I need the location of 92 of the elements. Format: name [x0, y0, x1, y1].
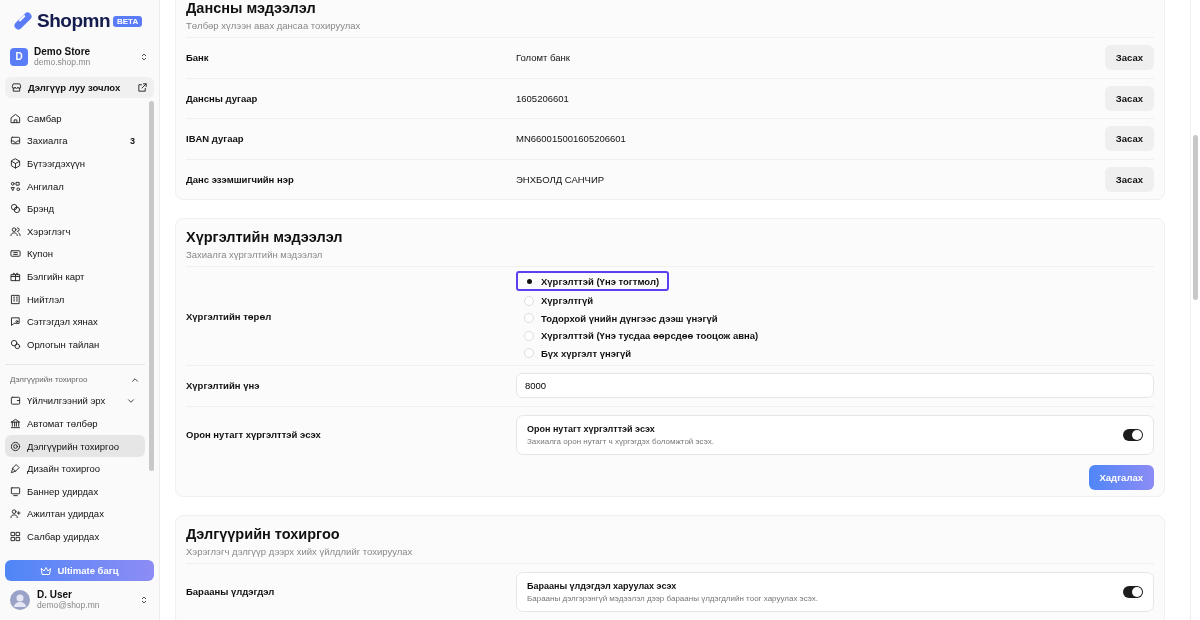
bank-icon — [10, 417, 21, 429]
gift-icon — [10, 270, 21, 282]
toggle-switch[interactable] — [1123, 428, 1143, 441]
field-label: Барааны үлдэгдэл — [186, 586, 276, 597]
radio-option[interactable]: Хүргэлтгүй — [516, 293, 604, 309]
nav-item[interactable]: Самбар — [5, 107, 145, 130]
toggle-title: Барааны үлдэгдэл харуулах эсэх — [527, 580, 678, 591]
monitor-icon — [10, 485, 21, 497]
wallet-icon — [10, 395, 21, 407]
nav-item[interactable]: Бэлгийн карт — [5, 265, 145, 288]
external-link-icon — [137, 82, 148, 93]
field-label: Данс эзэмшигчийн нэр — [186, 173, 295, 185]
card-title: Дансны мэдээлэл — [186, 0, 317, 16]
user-menu[interactable]: D. User demo@shop.mn — [5, 587, 154, 620]
store-icon — [11, 82, 22, 93]
store-switcher[interactable]: D Demo Store demo.shop.mn — [5, 42, 154, 71]
order-count: 3 — [130, 135, 136, 146]
field-label: Банк — [186, 52, 210, 64]
radio-option[interactable]: Бүх хүргэлт үнэгүй — [516, 345, 642, 361]
scrollbar-thumb[interactable] — [149, 101, 154, 471]
logo-text: Shopmn — [37, 10, 110, 32]
card-subtitle: Хэрэглэгч дэлгүүр дээрх хийх үйлдлийг тохируулах — [186, 545, 414, 557]
toggle-description: Барааны дэлгэрэнгүй мэдээлэл дээр барааны үлдэгдлийн тоог харуулах эсэх. — [527, 593, 818, 603]
price-input[interactable]: 8000 — [516, 373, 1154, 399]
nav-item[interactable]: Дизайн тохиргоо — [5, 457, 145, 480]
field-value: ЭНХБОЛД САНЧИР — [516, 173, 605, 185]
brush-icon — [10, 463, 21, 475]
field-label: IBAN дугаар — [186, 133, 245, 145]
visit-store-button[interactable]: Дэлгүүр луу зочлох — [5, 77, 154, 98]
settings-icon — [10, 440, 21, 452]
edit-button[interactable]: Засах — [1104, 85, 1154, 111]
user-avatar — [10, 589, 30, 610]
crown-icon — [40, 564, 53, 577]
home-icon — [10, 112, 21, 124]
circles-icon — [10, 203, 21, 215]
nav-item[interactable]: Орлогын тайлан — [5, 332, 145, 356]
field-value: MN660015001605206601 — [516, 133, 626, 145]
nav-item[interactable]: Ажилтан удирдах — [5, 502, 145, 526]
nav-item[interactable]: Автомат төлбөр — [5, 412, 145, 435]
nav-item[interactable]: Үйлчилгээний эрх — [5, 389, 145, 413]
section-toggle[interactable]: Дэлгүүрийн тохиргоо — [5, 372, 149, 387]
user-email: demo@shop.mn — [37, 600, 101, 610]
inbox-icon — [10, 135, 21, 147]
nav-item[interactable]: Дэлгүүрийн тохиргоо — [5, 434, 145, 458]
ticket-icon — [10, 248, 21, 260]
nav-item[interactable]: Бүтээгдэхүүн — [5, 152, 145, 175]
card-title: Дэлгүүрийн тохиргоо — [186, 525, 341, 542]
field-value: Голомт банк — [516, 52, 570, 64]
shapes-icon — [10, 180, 21, 192]
beta-badge: BETA — [113, 15, 143, 27]
grid-icon — [10, 530, 21, 542]
edit-button[interactable]: Засах — [1104, 166, 1154, 192]
card-title: Хүргэлтийн мэдээлэл — [186, 229, 344, 245]
toggle-switch[interactable] — [1123, 585, 1143, 598]
chat-icon — [10, 316, 21, 328]
chevrons-icon — [139, 51, 149, 62]
coins-icon — [10, 338, 21, 350]
edit-button[interactable]: Засах — [1104, 126, 1154, 152]
field-label: Дансны дугаар — [186, 92, 259, 104]
store-avatar: D — [10, 47, 28, 66]
toggle-title: Орон нутагт хүргэлттэй эсэх — [527, 423, 656, 434]
store-domain: demo.shop.mn — [34, 57, 92, 67]
scrollbar-thumb[interactable] — [1193, 135, 1198, 300]
building-icon — [10, 293, 21, 305]
card-subtitle: Төлбөр хүлээн авах дансаа тохируулах — [186, 20, 362, 31]
nav-item[interactable]: Купон — [5, 242, 145, 266]
radio-option[interactable]: Хүргэлттэй (Үнэ тусдаа өөрсдөө тооцож авна) — [516, 328, 769, 344]
nav-item[interactable]: Баннер удирдах — [5, 479, 145, 503]
nav-item[interactable]: Брэнд — [5, 197, 145, 220]
nav-item[interactable]: Нийтлэл — [5, 287, 145, 311]
visit-store-label: Дэлгүүр луу зочлох — [28, 82, 122, 93]
field-value: 1605206601 — [516, 92, 569, 104]
chevrons-icon — [139, 594, 149, 605]
store-name: Demo Store — [34, 46, 92, 57]
user-plus-icon — [10, 508, 21, 520]
nav-item[interactable]: Хэрэглэгч — [5, 219, 145, 243]
nav-item[interactable]: Захиалга 3 — [5, 129, 145, 153]
cube-icon — [10, 158, 21, 169]
users-icon — [10, 225, 21, 237]
card-subtitle: Захиалга хүргэлтийн мэдээлэл — [186, 249, 324, 260]
nav-item[interactable]: Ангилал — [5, 174, 145, 198]
field-label: Хүргэлтийн төрөл — [186, 310, 273, 322]
logo-icon — [12, 10, 34, 32]
radio-option[interactable]: Хүргэлттэй (Үнэ тогтмол) — [516, 271, 670, 291]
radio-option[interactable]: Тодорхой үнийн дүнгээс дээш үнэгүй — [516, 310, 728, 326]
edit-button[interactable]: Засах — [1104, 45, 1154, 71]
field-label: Хүргэлтийн үнэ — [186, 380, 261, 392]
nav-item[interactable]: Салбар удирдах — [5, 525, 145, 548]
field-label: Орон нутагт хүргэлттэй эсэх — [186, 429, 322, 440]
nav-item[interactable]: Сэтгэгдэл хянах — [5, 310, 145, 333]
user-name: D. User — [37, 589, 73, 600]
toggle-description: Захиалга орон нутагт ч хүргэгдэх боломжтой эсэх. — [527, 436, 714, 446]
